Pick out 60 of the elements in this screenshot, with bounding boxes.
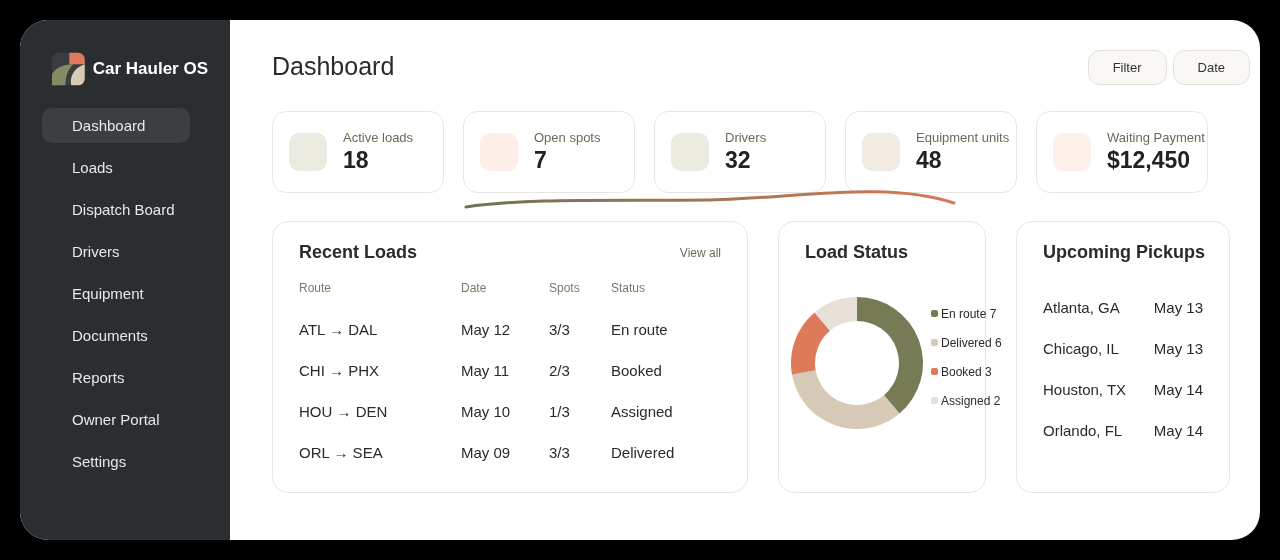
stat-label: Drivers xyxy=(725,130,767,145)
table-cell: May 12 xyxy=(461,309,549,350)
pickup-date: May 14 xyxy=(1153,381,1203,398)
table-cell-text: 2/3 xyxy=(549,361,571,381)
table-cell-text: Booked xyxy=(611,361,663,381)
sidebar-item[interactable]: Dashboard xyxy=(42,108,190,143)
pickup-city: Atlanta, GA xyxy=(1043,299,1120,316)
column-header: Route xyxy=(299,281,333,297)
column-header: Date xyxy=(461,281,549,309)
table-cell-text: 3/3 xyxy=(549,443,571,463)
card-title: Load Status xyxy=(805,242,908,262)
pickup-city: Houston, TX xyxy=(1043,381,1127,398)
table-cell-text: HOU → DEN xyxy=(299,402,389,422)
stat-label: Waiting Payment xyxy=(1107,130,1205,145)
stat-label: Active loads xyxy=(343,130,414,145)
card-title: Upcoming Pickups xyxy=(1043,242,1206,262)
table-cell: 1/3 xyxy=(549,391,611,432)
toolbar-button[interactable]: Filter xyxy=(1087,50,1167,85)
legend-label: Assigned 2 xyxy=(941,393,1001,408)
stat-value: 32 xyxy=(725,147,752,174)
table-cell: May 09 xyxy=(461,432,549,473)
pickup-date: May 14 xyxy=(1153,422,1203,439)
app-name: Car Hauler OS xyxy=(92,59,208,79)
column-header: Status xyxy=(611,281,647,297)
card-title: Recent Loads xyxy=(299,242,418,263)
toolbar-button[interactable]: Date xyxy=(1172,50,1250,85)
stat-label: Equipment units xyxy=(916,130,1010,145)
table-cell-text: En route xyxy=(611,320,669,340)
stat-label: Open spots xyxy=(534,130,601,145)
sidebar-item[interactable]: Dispatch Board xyxy=(42,192,190,227)
pickup-city: Orlando, FL xyxy=(1043,422,1123,439)
table-cell-text: CHI → PHX xyxy=(299,361,380,381)
sidebar-item[interactable]: Documents xyxy=(42,318,190,353)
table-cell-text: 3/3 xyxy=(549,320,571,340)
sidebar-item[interactable]: Owner Portal xyxy=(42,402,190,437)
table-cell-text: Delivered xyxy=(611,443,675,463)
stat-value: 48 xyxy=(916,147,943,174)
sidebar-item[interactable]: Reports xyxy=(42,360,190,395)
sidebar-item[interactable]: Settings xyxy=(42,444,190,479)
legend-label: Delivered 6 xyxy=(941,335,1002,350)
page-title: Dashboard xyxy=(272,52,395,81)
column-header: Spots xyxy=(549,281,611,309)
legend-label: Booked 3 xyxy=(941,364,992,379)
table-cell-text: Assigned xyxy=(611,402,674,422)
table-cell-text: ATL → DAL xyxy=(299,320,379,340)
table-cell: May 11 xyxy=(461,350,549,391)
table-cell-text: May 10 xyxy=(461,402,512,422)
legend-label: En route 7 xyxy=(941,306,997,321)
sidebar-item[interactable]: Loads xyxy=(42,150,190,185)
stat-value: 18 xyxy=(343,147,370,174)
table-cell-text: ORL → SEA xyxy=(299,443,384,463)
logo-icon xyxy=(52,52,85,86)
sidebar-item[interactable]: Equipment xyxy=(42,276,190,311)
view-all-link[interactable]: View all xyxy=(679,245,721,260)
pickup-date: May 13 xyxy=(1153,340,1203,357)
stat-value: $12,450 xyxy=(1107,147,1192,174)
sidebar-item[interactable]: Drivers xyxy=(42,234,190,269)
stat-value: 7 xyxy=(534,147,548,174)
pickup-city: Chicago, IL xyxy=(1043,340,1119,357)
pickup-date: May 13 xyxy=(1153,299,1203,316)
